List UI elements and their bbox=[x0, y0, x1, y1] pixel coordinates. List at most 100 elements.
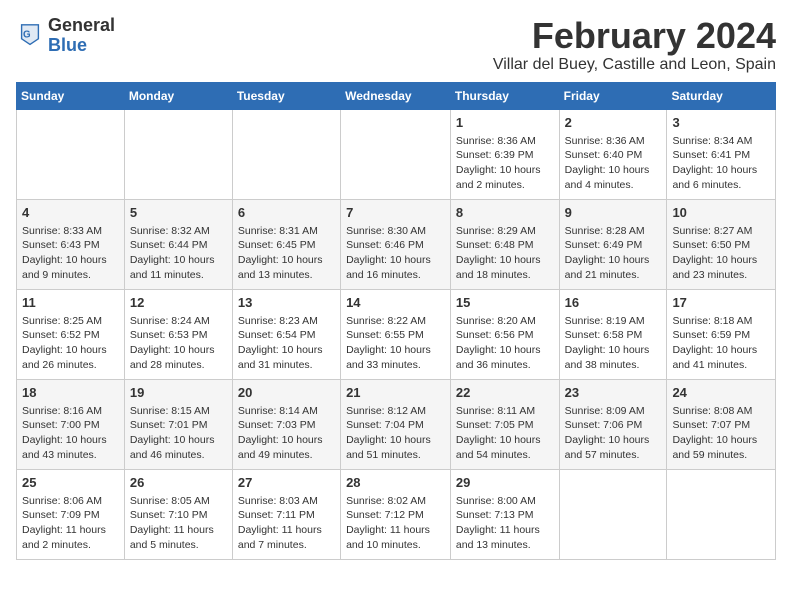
day-info: and 7 minutes. bbox=[238, 538, 335, 553]
day-info: and 54 minutes. bbox=[456, 448, 554, 463]
calendar-cell: 19Sunrise: 8:15 AMSunset: 7:01 PMDayligh… bbox=[124, 379, 232, 469]
day-info: Sunset: 7:07 PM bbox=[672, 418, 770, 433]
day-info: and 2 minutes. bbox=[22, 538, 119, 553]
day-number: 16 bbox=[565, 294, 662, 312]
day-info: and 9 minutes. bbox=[22, 268, 119, 283]
day-info: Sunset: 7:04 PM bbox=[346, 418, 445, 433]
day-info: and 23 minutes. bbox=[672, 268, 770, 283]
day-info: Daylight: 10 hours bbox=[456, 163, 554, 178]
day-info: Sunrise: 8:08 AM bbox=[672, 404, 770, 419]
day-info: Sunrise: 8:27 AM bbox=[672, 224, 770, 239]
day-info: and 21 minutes. bbox=[565, 268, 662, 283]
calendar-cell: 21Sunrise: 8:12 AMSunset: 7:04 PMDayligh… bbox=[341, 379, 451, 469]
day-info: Sunset: 7:09 PM bbox=[22, 508, 119, 523]
day-info: and 26 minutes. bbox=[22, 358, 119, 373]
day-info: Sunset: 6:53 PM bbox=[130, 328, 227, 343]
day-info: Sunset: 7:05 PM bbox=[456, 418, 554, 433]
day-info: and 28 minutes. bbox=[130, 358, 227, 373]
day-number: 9 bbox=[565, 204, 662, 222]
day-number: 28 bbox=[346, 474, 445, 492]
day-info: Sunset: 7:00 PM bbox=[22, 418, 119, 433]
day-info: Sunset: 6:48 PM bbox=[456, 238, 554, 253]
calendar-cell: 13 Sunrise: 8:23 AMSunset: 6:54 PMDayligh… bbox=[232, 289, 340, 379]
calendar-cell: 26Sunrise: 8:05 AMSunset: 7:10 PMDayligh… bbox=[124, 469, 232, 559]
day-info: and 49 minutes. bbox=[238, 448, 335, 463]
weekday-header-row: SundayMondayTuesdayWednesdayThursdayFrid… bbox=[17, 82, 776, 109]
day-info: and 38 minutes. bbox=[565, 358, 662, 373]
day-info: Sunset: 6:40 PM bbox=[565, 148, 662, 163]
day-number: 25 bbox=[22, 474, 119, 492]
day-info: and 13 minutes. bbox=[456, 538, 554, 553]
calendar-cell: 23Sunrise: 8:09 AMSunset: 7:06 PMDayligh… bbox=[559, 379, 667, 469]
day-info: Daylight: 10 hours bbox=[565, 433, 662, 448]
day-number: 18 bbox=[22, 384, 119, 402]
day-info: Daylight: 10 hours bbox=[238, 343, 335, 358]
day-info: Daylight: 10 hours bbox=[672, 433, 770, 448]
calendar-cell bbox=[124, 109, 232, 199]
day-info: Sunrise: 8:29 AM bbox=[456, 224, 554, 239]
day-number: 22 bbox=[456, 384, 554, 402]
calendar-cell: 22Sunrise: 8:11 AMSunset: 7:05 PMDayligh… bbox=[450, 379, 559, 469]
day-info: Daylight: 10 hours bbox=[22, 433, 119, 448]
weekday-header-friday: Friday bbox=[559, 82, 667, 109]
day-info: Daylight: 10 hours bbox=[346, 253, 445, 268]
day-number: 12 bbox=[130, 294, 227, 312]
calendar-cell: 7Sunrise: 8:30 AMSunset: 6:46 PMDaylight… bbox=[341, 199, 451, 289]
day-info: Sunset: 6:49 PM bbox=[565, 238, 662, 253]
day-info: Sunrise: 8:30 AM bbox=[346, 224, 445, 239]
day-info: Sunset: 6:46 PM bbox=[346, 238, 445, 253]
day-info: Sunset: 6:54 PM bbox=[238, 328, 335, 343]
day-info: Daylight: 11 hours bbox=[22, 523, 119, 538]
day-number: 19 bbox=[130, 384, 227, 402]
day-info: Sunrise: 8:34 AM bbox=[672, 134, 770, 149]
day-number: 2 bbox=[565, 114, 662, 132]
day-info: and 31 minutes. bbox=[238, 358, 335, 373]
calendar-cell: 10Sunrise: 8:27 AMSunset: 6:50 PMDayligh… bbox=[667, 199, 776, 289]
weekday-header-thursday: Thursday bbox=[450, 82, 559, 109]
day-number: 15 bbox=[456, 294, 554, 312]
calendar-cell: 4 Sunrise: 8:33 AMSunset: 6:43 PMDaylight… bbox=[17, 199, 125, 289]
day-info: Sunrise: 8:20 AM bbox=[456, 314, 554, 329]
day-info: Daylight: 10 hours bbox=[346, 433, 445, 448]
day-info: and 11 minutes. bbox=[130, 268, 227, 283]
calendar-body: 1Sunrise: 8:36 AMSunset: 6:39 PMDaylight… bbox=[17, 109, 776, 559]
calendar-week-2: 4Sunrise: 8:33 AMSunset: 6:43 PMDaylight… bbox=[17, 199, 776, 289]
day-number: 23 bbox=[565, 384, 662, 402]
day-info: and 2 minutes. bbox=[456, 178, 554, 193]
day-info: Sunrise: 8:36 AM bbox=[456, 134, 554, 149]
calendar-cell bbox=[667, 469, 776, 559]
calendar-week-5: 25Sunrise: 8:06 AMSunset: 7:09 PMDayligh… bbox=[17, 469, 776, 559]
day-info: Daylight: 10 hours bbox=[22, 253, 119, 268]
day-info: Sunset: 6:43 PM bbox=[22, 238, 119, 253]
calendar-cell: 15Sunrise: 8:20 AMSunset: 6:56 PMDayligh… bbox=[450, 289, 559, 379]
day-info: Sunset: 7:06 PM bbox=[565, 418, 662, 433]
day-number: 1 bbox=[456, 114, 554, 132]
day-info: Sunset: 6:44 PM bbox=[130, 238, 227, 253]
day-number: 10 bbox=[672, 204, 770, 222]
day-info: and 51 minutes. bbox=[346, 448, 445, 463]
day-info: Daylight: 11 hours bbox=[238, 523, 335, 538]
day-info: Sunrise: 8:25 AM bbox=[22, 314, 119, 329]
day-info: Sunrise: 8:31 AM bbox=[238, 224, 335, 239]
logo-text: General Blue bbox=[48, 16, 115, 56]
calendar-cell bbox=[559, 469, 667, 559]
calendar-cell: 28Sunrise: 8:02 AMSunset: 7:12 PMDayligh… bbox=[341, 469, 451, 559]
day-info: Sunrise: 8:23 AM bbox=[238, 314, 335, 329]
calendar-cell bbox=[17, 109, 125, 199]
day-info: Sunrise: 8:19 AM bbox=[565, 314, 662, 329]
calendar-cell bbox=[341, 109, 451, 199]
calendar-cell: 17Sunrise: 8:18 AMSunset: 6:59 PMDayligh… bbox=[667, 289, 776, 379]
calendar-cell: 20Sunrise: 8:14 AMSunset: 7:03 PMDayligh… bbox=[232, 379, 340, 469]
weekday-header-wednesday: Wednesday bbox=[341, 82, 451, 109]
day-info: Sunrise: 8:12 AM bbox=[346, 404, 445, 419]
day-info: Sunset: 7:03 PM bbox=[238, 418, 335, 433]
day-number: 4 bbox=[22, 204, 119, 222]
calendar-cell: 11Sunrise: 8:25 AMSunset: 6:52 PMDayligh… bbox=[17, 289, 125, 379]
day-info: Sunrise: 8:36 AM bbox=[565, 134, 662, 149]
calendar-cell: 2Sunrise: 8:36 AMSunset: 6:40 PMDaylight… bbox=[559, 109, 667, 199]
calendar-cell: 25Sunrise: 8:06 AMSunset: 7:09 PMDayligh… bbox=[17, 469, 125, 559]
day-info: Sunrise: 8:33 AM bbox=[22, 224, 119, 239]
day-number: 20 bbox=[238, 384, 335, 402]
day-info: and 33 minutes. bbox=[346, 358, 445, 373]
day-number: 13 bbox=[238, 294, 335, 312]
